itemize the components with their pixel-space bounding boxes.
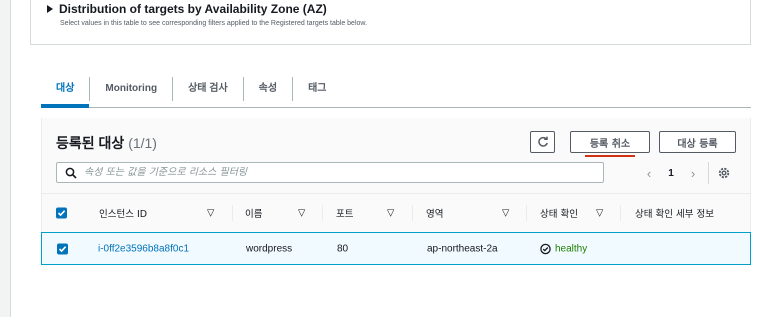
column-divider xyxy=(232,205,233,221)
column-divider xyxy=(322,205,323,221)
tab-bar: 대상 Monitoring 상태 검사 속성 태그 xyxy=(41,70,751,108)
sort-down-icon[interactable]: ▽ xyxy=(298,208,305,219)
current-page-number[interactable]: 1 xyxy=(660,168,682,179)
register-targets-button-label: 대상 등록 xyxy=(677,138,718,150)
az-distribution-title: Distribution of targets by Availability … xyxy=(59,2,327,16)
select-all-checkbox[interactable] xyxy=(56,207,67,219)
next-page-icon[interactable]: › xyxy=(682,166,704,181)
target-port: 80 xyxy=(337,243,349,254)
column-header-port[interactable]: 포트 xyxy=(336,206,353,220)
column-divider xyxy=(620,205,621,221)
tab-attributes[interactable]: 속성 xyxy=(244,77,292,101)
table-row[interactable]: i-0ff2e3596b8a8f0c1 wordpress 80 ap-nort… xyxy=(41,232,751,265)
gear-icon[interactable] xyxy=(717,166,731,180)
column-header-instance-id[interactable]: 인스턴스 ID xyxy=(99,206,147,220)
pager-divider xyxy=(708,162,709,184)
filter-search-box[interactable] xyxy=(56,162,604,183)
column-header-zone[interactable]: 영역 xyxy=(426,206,443,220)
column-header-name[interactable]: 이름 xyxy=(245,206,262,220)
table-header-row: 인스턴스 ID ▽ 이름 ▽ 포트 ▽ 영역 ▽ 상태 확인 ▽ 상태 확인 세… xyxy=(42,194,750,232)
refresh-button[interactable] xyxy=(530,131,555,153)
az-distribution-card: Distribution of targets by Availability … xyxy=(30,0,751,45)
registered-targets-container: 등록된 대상 (1/1) 등록 취소 대상 등록 ‹ 1 › xyxy=(41,118,751,265)
target-name: wordpress xyxy=(246,243,293,254)
registered-targets-count: (1/1) xyxy=(128,135,157,151)
check-circle-icon xyxy=(540,243,551,254)
az-distribution-description: Select values in this table to see corre… xyxy=(60,20,368,27)
checkmark-icon xyxy=(57,210,66,217)
sort-down-icon[interactable]: ▽ xyxy=(502,208,509,219)
checkmark-icon xyxy=(58,245,67,252)
instance-id-link[interactable]: i-0ff2e3596b8a8f0c1 xyxy=(98,243,189,254)
caret-right-icon xyxy=(47,5,53,13)
tab-health-checks[interactable]: 상태 검사 xyxy=(173,77,243,101)
column-header-health-details[interactable]: 상태 확인 세부 정보 xyxy=(635,206,714,220)
tab-tags[interactable]: 태그 xyxy=(293,77,341,101)
previous-page-icon[interactable]: ‹ xyxy=(638,166,660,181)
tab-monitoring[interactable]: Monitoring xyxy=(90,77,172,101)
tab-targets[interactable]: 대상 xyxy=(41,77,90,108)
sort-down-icon[interactable]: ▽ xyxy=(596,208,603,219)
registered-targets-title-text: 등록된 대상 xyxy=(56,135,125,151)
az-distribution-toggle[interactable]: Distribution of targets by Availability … xyxy=(47,2,327,16)
annotation-underline xyxy=(585,155,635,157)
filter-search-input[interactable] xyxy=(84,167,603,178)
registered-targets-header: 등록된 대상 (1/1) 등록 취소 대상 등록 ‹ 1 › xyxy=(42,118,750,194)
deregister-button[interactable]: 등록 취소 xyxy=(570,131,650,157)
column-divider xyxy=(412,205,413,221)
column-divider xyxy=(526,205,527,221)
deregister-button-label: 등록 취소 xyxy=(589,138,631,150)
sort-down-icon[interactable]: ▽ xyxy=(387,208,394,219)
registered-targets-title: 등록된 대상 (1/1) xyxy=(56,133,157,153)
health-status-text: healthy xyxy=(555,243,588,254)
search-icon xyxy=(65,167,77,179)
refresh-icon xyxy=(537,136,548,147)
row-checkbox[interactable] xyxy=(57,243,68,254)
pagination: ‹ 1 › xyxy=(638,162,731,184)
column-header-health-status[interactable]: 상태 확인 xyxy=(540,206,578,220)
register-targets-button[interactable]: 대상 등록 xyxy=(659,131,736,153)
target-zone: ap-northeast-2a xyxy=(427,243,498,254)
sort-down-icon[interactable]: ▽ xyxy=(207,208,214,219)
health-status: healthy xyxy=(540,243,587,254)
